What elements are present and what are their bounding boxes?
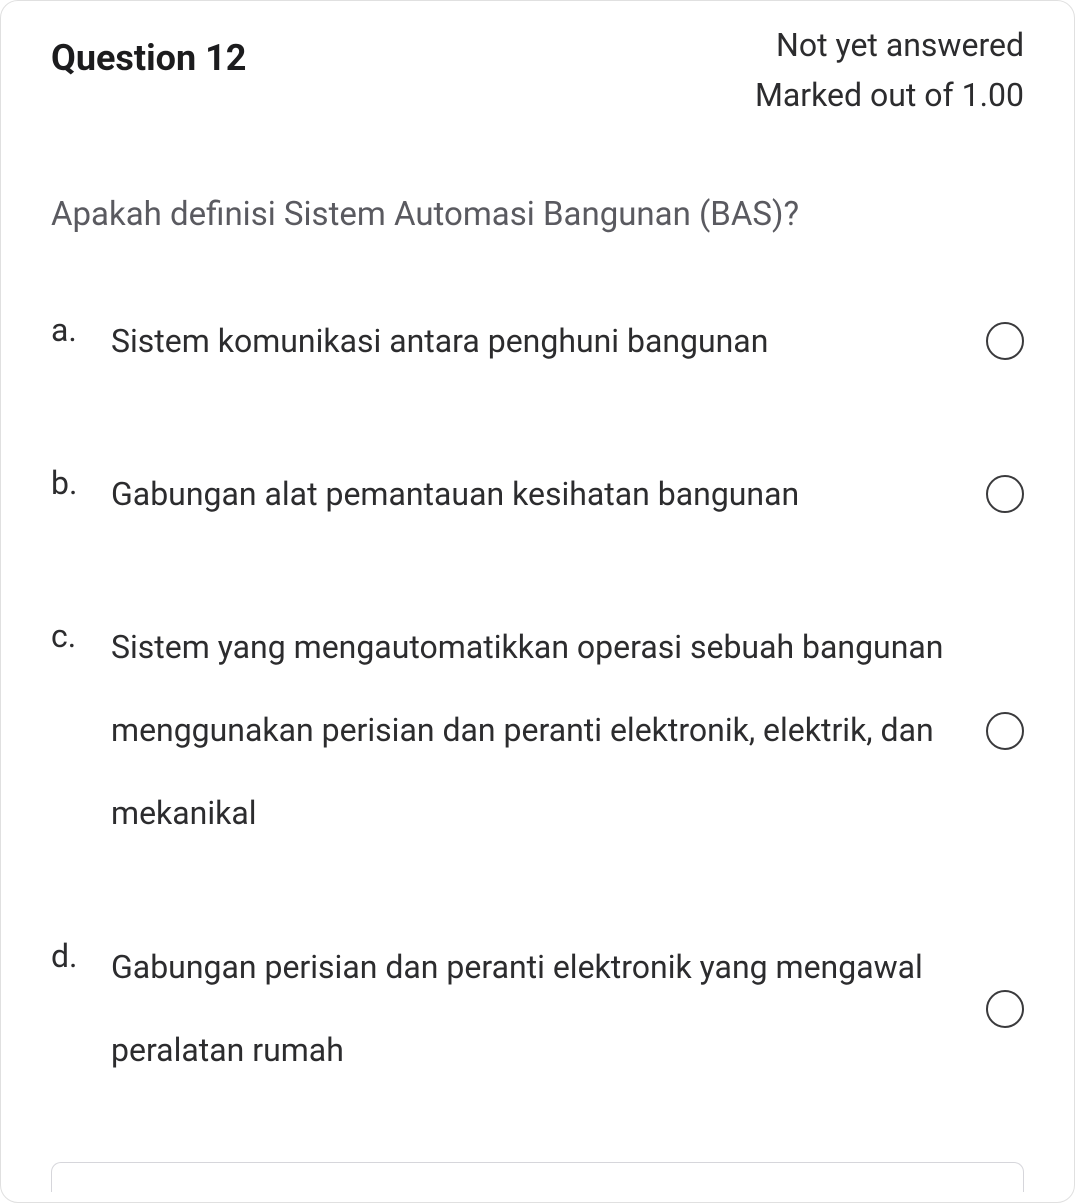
radio-icon[interactable] — [986, 990, 1024, 1028]
option-text: Gabungan alat pemantauan kesihatan bangu… — [111, 453, 968, 536]
status-answered: Not yet answered — [755, 21, 1024, 71]
option-a[interactable]: a. Sistem komunikasi antara penghuni ban… — [51, 300, 1024, 383]
option-text: Gabungan perisian dan peranti elektronik… — [111, 926, 968, 1092]
option-text: Sistem yang mengautomatikkan operasi seb… — [111, 606, 968, 856]
option-letter: b. — [51, 453, 93, 514]
option-b[interactable]: b. Gabungan alat pemantauan kesihatan ba… — [51, 453, 1024, 536]
question-header: Question 12 Not yet answered Marked out … — [51, 21, 1024, 120]
question-status: Not yet answered Marked out of 1.00 — [755, 21, 1024, 120]
status-marks: Marked out of 1.00 — [755, 71, 1024, 121]
option-d[interactable]: d. Gabungan perisian dan peranti elektro… — [51, 926, 1024, 1092]
radio-icon[interactable] — [986, 322, 1024, 360]
footer-panel — [51, 1162, 1024, 1192]
option-letter: c. — [51, 606, 93, 667]
radio-icon[interactable] — [986, 712, 1024, 750]
option-letter: d. — [51, 926, 93, 987]
option-text: Sistem komunikasi antara penghuni bangun… — [111, 300, 968, 383]
option-letter: a. — [51, 300, 93, 361]
option-c[interactable]: c. Sistem yang mengautomatikkan operasi … — [51, 606, 1024, 856]
question-text: Apakah definisi Sistem Automasi Bangunan… — [51, 190, 1024, 240]
question-card: Question 12 Not yet answered Marked out … — [0, 0, 1075, 1203]
question-title: Question 12 — [51, 21, 246, 79]
radio-icon[interactable] — [986, 475, 1024, 513]
options-list: a. Sistem komunikasi antara penghuni ban… — [51, 300, 1024, 1092]
